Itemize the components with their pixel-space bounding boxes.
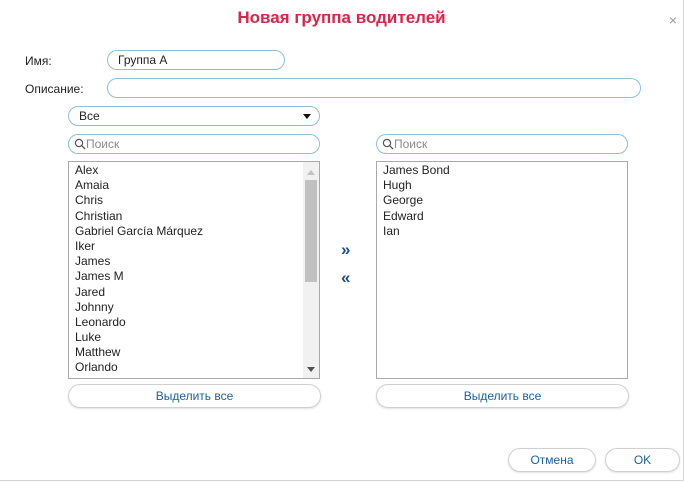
list-item[interactable]: Matthew — [75, 345, 203, 360]
right-search-placeholder: Поиск — [394, 137, 428, 151]
name-label: Имя: — [25, 54, 52, 68]
filter-select[interactable]: Все — [68, 106, 320, 126]
group-members-list[interactable]: James Bond Hugh George Edward Ian — [376, 161, 628, 379]
list-item[interactable]: George — [383, 193, 450, 208]
group-members-items: James Bond Hugh George Edward Ian — [383, 163, 450, 239]
left-search-input[interactable]: Поиск — [68, 134, 320, 154]
left-search-placeholder: Поиск — [86, 137, 120, 151]
list-item[interactable]: Chris — [75, 193, 203, 208]
list-item[interactable]: Edward — [383, 209, 450, 224]
list-item[interactable]: Orlando — [75, 360, 203, 375]
dialog-title: Новая группа водителей — [237, 8, 446, 27]
list-item[interactable]: Gabriel García Márquez — [75, 224, 203, 239]
list-item[interactable]: Luke — [75, 330, 203, 345]
list-item[interactable]: Leonardo — [75, 315, 203, 330]
list-item[interactable]: Hugh — [383, 178, 450, 193]
scroll-down-icon[interactable] — [307, 367, 315, 372]
select-all-members-button[interactable]: Выделить все — [376, 384, 629, 408]
search-icon — [382, 138, 394, 150]
description-label: Описание: — [25, 82, 84, 96]
chevron-down-icon — [303, 114, 311, 119]
list-item[interactable]: James M — [75, 269, 203, 284]
list-item[interactable]: James Bond — [383, 163, 450, 178]
list-item[interactable]: Johnny — [75, 300, 203, 315]
list-scrollbar[interactable] — [303, 162, 319, 378]
close-icon[interactable]: × — [669, 13, 677, 27]
right-search-input[interactable]: Поиск — [376, 134, 628, 154]
list-item[interactable]: Ian — [383, 224, 450, 239]
list-item[interactable]: Christian — [75, 209, 203, 224]
name-input[interactable] — [107, 50, 285, 70]
description-input[interactable] — [107, 78, 641, 98]
ok-button[interactable]: OK — [605, 448, 680, 472]
list-item[interactable]: James — [75, 254, 203, 269]
list-item[interactable]: Jared — [75, 285, 203, 300]
list-item[interactable]: Iker — [75, 239, 203, 254]
available-drivers-list[interactable]: Alex Amaia Chris Christian Gabriel Garcí… — [68, 161, 320, 379]
scroll-up-icon[interactable] — [307, 170, 315, 175]
add-to-group-button[interactable]: » — [341, 241, 350, 258]
available-drivers-items: Alex Amaia Chris Christian Gabriel Garcí… — [75, 163, 203, 376]
list-item[interactable]: Alex — [75, 163, 203, 178]
scrollbar-thumb[interactable] — [305, 180, 317, 282]
filter-select-value: Все — [79, 109, 100, 123]
new-driver-group-dialog: Новая группа водителей × Имя: Описание: … — [0, 0, 684, 481]
list-item[interactable]: Amaia — [75, 178, 203, 193]
search-icon — [74, 138, 86, 150]
remove-from-group-button[interactable]: « — [341, 269, 350, 286]
cancel-button[interactable]: Отмена — [508, 448, 596, 472]
select-all-available-button[interactable]: Выделить все — [68, 384, 321, 408]
